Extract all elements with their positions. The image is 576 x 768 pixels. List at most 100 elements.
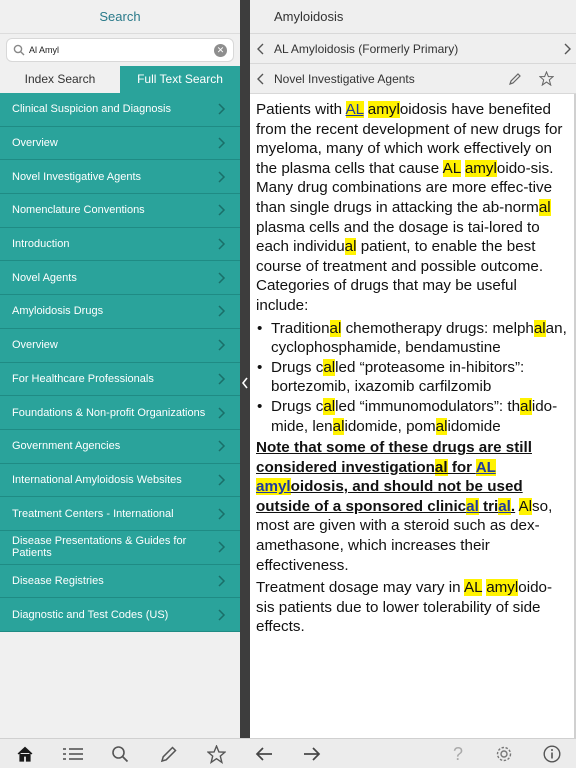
search-highlight: al <box>435 417 448 435</box>
search-highlight: al <box>323 397 336 415</box>
search-icon[interactable] <box>111 745 129 763</box>
clear-search-icon[interactable]: ✕ <box>214 44 227 57</box>
settings-icon[interactable] <box>495 745 513 763</box>
text-run: Drugs c <box>271 358 324 376</box>
chevron-right-icon <box>218 541 226 553</box>
home-icon[interactable] <box>16 745 34 763</box>
chevron-right-icon <box>218 407 226 419</box>
search-bar: ✕ <box>0 34 240 66</box>
search-pane: Search ✕ Index Search Full Text Search C… <box>0 0 240 738</box>
search-highlight: amyl <box>486 579 519 597</box>
result-item-label: International Amyloidosis Websites <box>12 473 182 486</box>
search-highlight: amyl <box>367 101 400 118</box>
chevron-right-icon <box>218 609 226 621</box>
text-run: for <box>447 458 476 476</box>
pane-divider[interactable] <box>240 0 250 738</box>
text-run: idomide, pom <box>344 417 436 435</box>
bullet-item: Traditional chemotherapy drugs: melphala… <box>256 319 570 358</box>
result-item-label: Clinical Suspicion and Diagnosis <box>12 103 171 116</box>
paragraph: Treatment dosage may vary in AL amyloido… <box>256 578 570 637</box>
chevron-right-icon <box>218 575 226 587</box>
text-run: Drugs c <box>271 397 324 415</box>
result-list-item[interactable]: Clinical Suspicion and Diagnosis <box>0 93 240 127</box>
result-item-label: Overview <box>12 137 58 150</box>
collapse-chevron-icon[interactable] <box>241 377 249 389</box>
help-icon[interactable]: ? <box>449 745 467 763</box>
search-highlight: amyl <box>464 159 497 177</box>
chevron-right-icon <box>218 204 226 216</box>
chevron-right-icon <box>218 272 226 284</box>
info-icon[interactable] <box>543 745 561 763</box>
magnifier-icon <box>13 44 25 56</box>
result-list-item[interactable]: Overview <box>0 127 240 161</box>
bottom-toolbar: ? <box>0 738 576 768</box>
result-list-item[interactable]: Amyloidosis Drugs <box>0 295 240 329</box>
pencil-icon[interactable] <box>508 72 522 86</box>
result-list-item[interactable]: Government Agencies <box>0 430 240 464</box>
result-list-item[interactable]: Novel Agents <box>0 261 240 296</box>
result-list-item[interactable]: For Healthcare Professionals <box>0 363 240 397</box>
result-item-label: Disease Registries <box>12 574 104 587</box>
text-run: Treatment dosage may vary in <box>256 579 464 597</box>
result-list-item[interactable]: International Amyloidosis Websites <box>0 464 240 498</box>
search-highlight: al <box>332 417 345 435</box>
search-highlight: AL <box>475 458 496 476</box>
arrow-right-icon[interactable] <box>303 745 321 763</box>
result-item-label: Amyloidosis Drugs <box>12 305 104 318</box>
star-icon[interactable] <box>539 71 554 86</box>
document-body: Patients with AL amyloidosis have benefi… <box>250 94 576 738</box>
chevron-right-icon <box>218 238 226 250</box>
chevron-right-icon <box>218 103 226 115</box>
search-highlight: AL <box>442 159 461 177</box>
result-list-item[interactable]: Treatment Centers - International <box>0 497 240 531</box>
section-label: Novel Investigative Agents <box>274 72 415 86</box>
result-list-item[interactable]: Disease Presentations & Guides for Patie… <box>0 531 240 565</box>
result-item-label: Overview <box>12 339 58 352</box>
result-list-item[interactable]: Novel Investigative Agents <box>0 160 240 195</box>
chevron-right-icon <box>218 305 226 317</box>
chevron-right-icon <box>218 373 226 385</box>
text-run: Tradition <box>271 319 330 337</box>
chevron-right-icon[interactable] <box>564 43 572 55</box>
star-icon[interactable] <box>207 745 226 764</box>
document-title: Amyloidosis <box>250 0 576 34</box>
result-list-item[interactable]: Introduction <box>0 228 240 262</box>
pencil-icon[interactable] <box>160 745 178 763</box>
result-list-item[interactable]: Overview <box>0 329 240 363</box>
search-results-list: Clinical Suspicion and Diagnosis Overview… <box>0 93 240 632</box>
document-pane: Amyloidosis AL Amyloidosis (Formerly Pri… <box>250 0 576 738</box>
result-list-item[interactable]: Nomenclature Conventions <box>0 194 240 228</box>
chevron-right-icon <box>218 508 226 520</box>
result-item-label: Government Agencies <box>12 440 121 453</box>
chevron-right-icon <box>218 474 226 486</box>
text-run: chemotherapy drugs: melph <box>341 319 534 337</box>
search-highlight: al <box>520 397 532 415</box>
result-item-label: Novel Investigative Agents <box>12 170 142 183</box>
search-highlight: al <box>466 497 479 515</box>
text-run: idomide <box>447 417 501 435</box>
full-text-search-tab[interactable]: Full Text Search <box>120 66 240 93</box>
search-highlight: al <box>323 358 336 376</box>
result-item-label: Novel Agents <box>12 271 77 284</box>
index-search-tab[interactable]: Index Search <box>0 66 120 93</box>
search-highlight: amyl <box>256 478 291 496</box>
chapter-nav[interactable]: AL Amyloidosis (Formerly Primary) <box>250 34 576 64</box>
chevron-right-icon <box>218 137 226 149</box>
chevron-left-icon[interactable] <box>256 73 264 85</box>
result-item-label: Disease Presentations & Guides for Patie… <box>12 535 187 560</box>
result-item-label: Treatment Centers - International <box>12 507 174 520</box>
result-list-item[interactable]: Diagnostic and Test Codes (US) <box>0 598 240 632</box>
list-icon[interactable] <box>62 745 84 763</box>
search-highlight: AL <box>463 579 482 597</box>
search-highlight: al <box>538 198 551 216</box>
bullet-item: Drugs called “proteasome in-hibitors”: b… <box>256 358 570 397</box>
chevron-left-icon[interactable] <box>256 43 264 55</box>
bullet-item: Drugs called “immunomodulators”: thalido… <box>256 397 570 436</box>
search-highlight: Al <box>518 497 533 515</box>
section-nav[interactable]: Novel Investigative Agents <box>250 64 576 94</box>
arrow-left-icon[interactable] <box>255 745 273 763</box>
result-list-item[interactable]: Disease Registries <box>0 565 240 599</box>
result-list-item[interactable]: Foundations & Non-profit Organizations <box>0 396 240 430</box>
search-box[interactable]: ✕ <box>6 38 234 62</box>
search-input[interactable] <box>29 41 209 59</box>
